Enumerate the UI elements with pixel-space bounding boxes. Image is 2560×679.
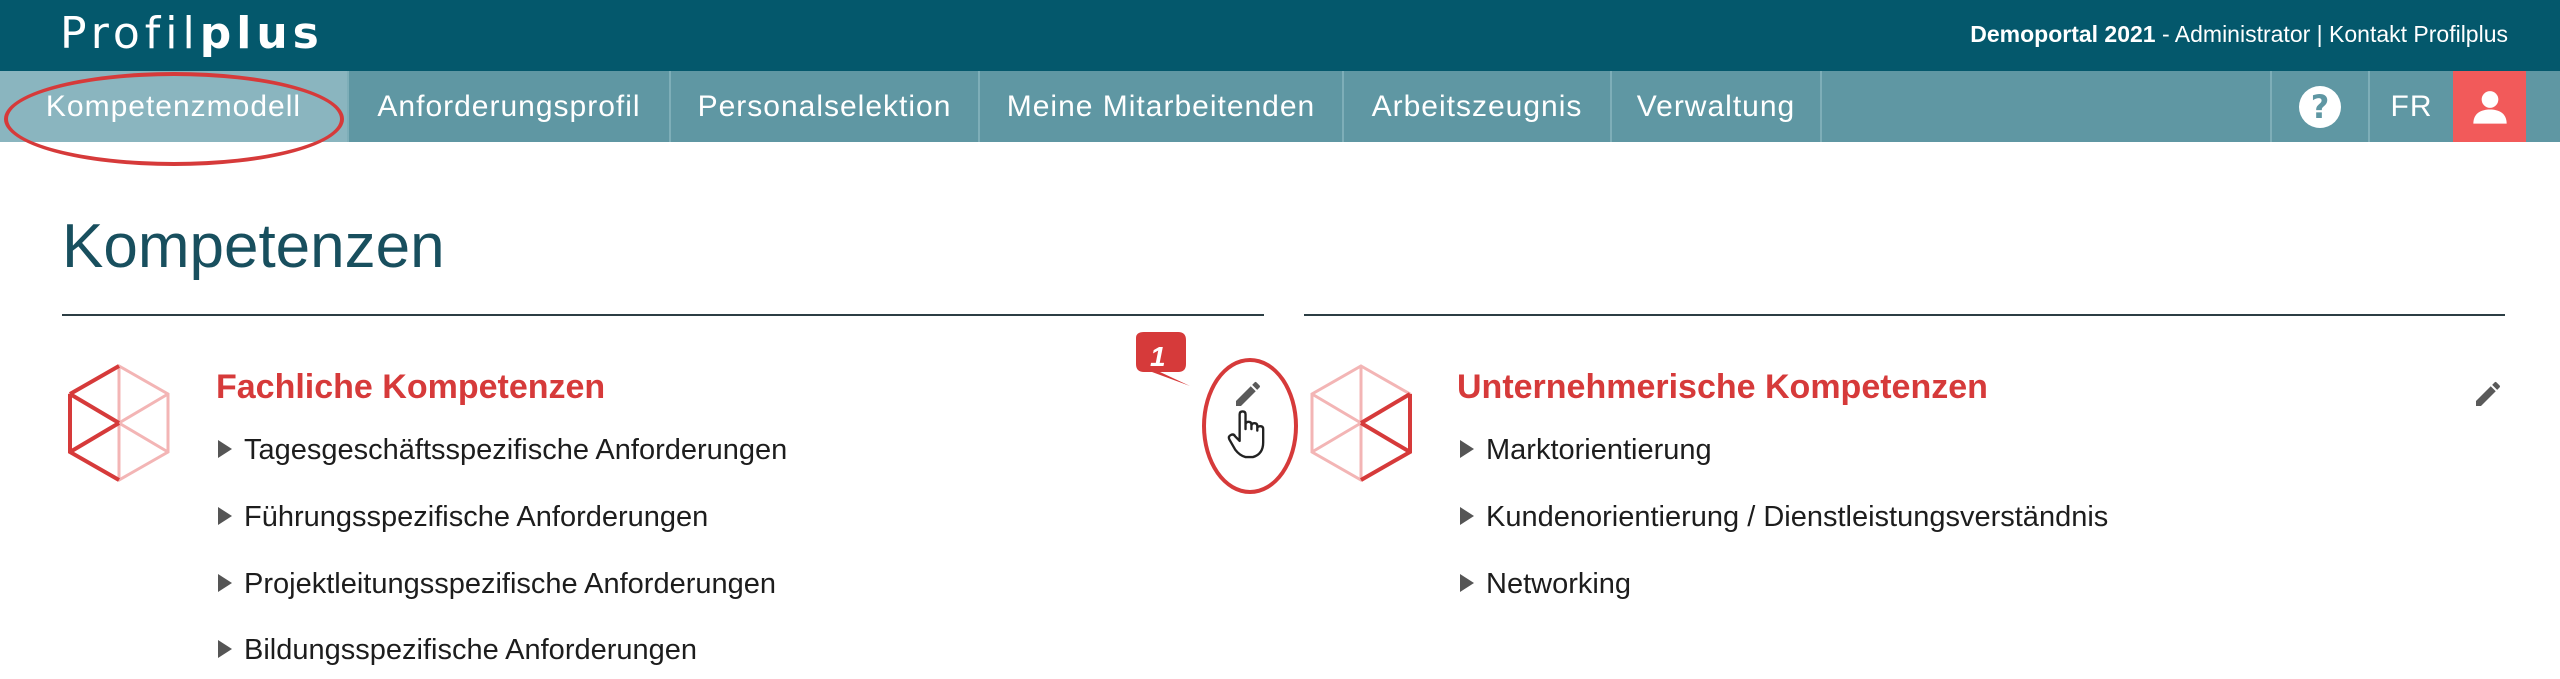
portal-info: Demoportal 2021 - Administrator | Kontak…	[1970, 19, 2508, 49]
list-item-label: Projektleitungsspezifische Anforderungen	[244, 568, 776, 600]
expand-arrow-icon	[218, 507, 232, 526]
nav-anforderungsprofil[interactable]: Anforderungsprofil	[349, 71, 671, 142]
highlight-ellipse-nav	[4, 72, 344, 166]
expand-arrow-icon	[1460, 440, 1474, 459]
list-item[interactable]: Projektleitungsspezifische Anforderungen	[218, 566, 776, 602]
list-item[interactable]: Tagesgeschäftsspezifische Anforderungen	[218, 432, 787, 468]
hexagon-icon	[68, 364, 170, 482]
list-item-label: Networking	[1486, 568, 1632, 600]
list-item-label: Marktorientierung	[1486, 434, 1712, 466]
profilplus-logo[interactable]: Profilplus	[60, 6, 324, 62]
language-label: FR	[2390, 89, 2433, 123]
list-item[interactable]: Bildungsspezifische Anforderungen	[218, 632, 697, 668]
card-title-unternehmerische: Unternehmerische Kompetenzen	[1457, 368, 1988, 406]
portal-name: Demoportal 2021	[1970, 21, 2156, 47]
logo-regular: Profil	[60, 8, 200, 59]
list-item-label: Kundenorientierung / Dienstleistungsvers…	[1486, 501, 2109, 533]
expand-arrow-icon	[218, 440, 232, 459]
top-bar: Profilplus Demoportal 2021 - Administrat…	[0, 0, 2560, 71]
list-item[interactable]: Kundenorientierung / Dienstleistungsvers…	[1460, 499, 2108, 535]
list-item[interactable]: Marktorientierung	[1460, 432, 1712, 468]
nav-personalselektion[interactable]: Personalselektion	[671, 71, 980, 142]
list-item-label: Bildungsspezifische Anforderungen	[244, 634, 698, 666]
user-icon	[2472, 90, 2507, 124]
expand-arrow-icon	[1460, 574, 1474, 593]
user-button[interactable]	[2453, 71, 2526, 142]
hexagon-icon	[1310, 364, 1412, 482]
expand-arrow-icon	[1460, 507, 1474, 526]
list-item-label: Führungsspezifische Anforderungen	[244, 501, 709, 533]
expand-arrow-icon	[218, 640, 232, 659]
card-title-fachliche: Fachliche Kompetenzen	[216, 368, 606, 406]
hand-cursor-icon	[1227, 410, 1265, 459]
logo-bold: plus	[199, 8, 324, 59]
page-title: Kompetenzen	[62, 212, 445, 281]
list-item-label: Tagesgeschäftsspezifische Anforderungen	[244, 434, 788, 466]
list-item[interactable]: Führungsspezifische Anforderungen	[218, 499, 708, 535]
edit-pencil-icon[interactable]	[2472, 378, 2504, 410]
step-marker-number: 1	[1150, 341, 1166, 372]
main-nav: Kompetenzmodell Anforderungsprofil Perso…	[0, 71, 2560, 142]
list-item[interactable]: Networking	[1460, 566, 1631, 602]
language-switch[interactable]: FR	[2368, 71, 2453, 142]
help-icon: ?	[2299, 85, 2341, 128]
help-button[interactable]: ?	[2270, 71, 2368, 142]
nav-verwaltung[interactable]: Verwaltung	[1612, 71, 1822, 142]
divider-left	[62, 314, 1264, 316]
expand-arrow-icon	[218, 574, 232, 593]
nav-meine-mitarbeitenden[interactable]: Meine Mitarbeitenden	[980, 71, 1344, 142]
divider-right	[1304, 314, 2505, 316]
nav-arbeitszeugnis[interactable]: Arbeitszeugnis	[1344, 71, 1612, 142]
portal-links[interactable]: - Administrator | Kontakt Profilplus	[2156, 21, 2508, 47]
